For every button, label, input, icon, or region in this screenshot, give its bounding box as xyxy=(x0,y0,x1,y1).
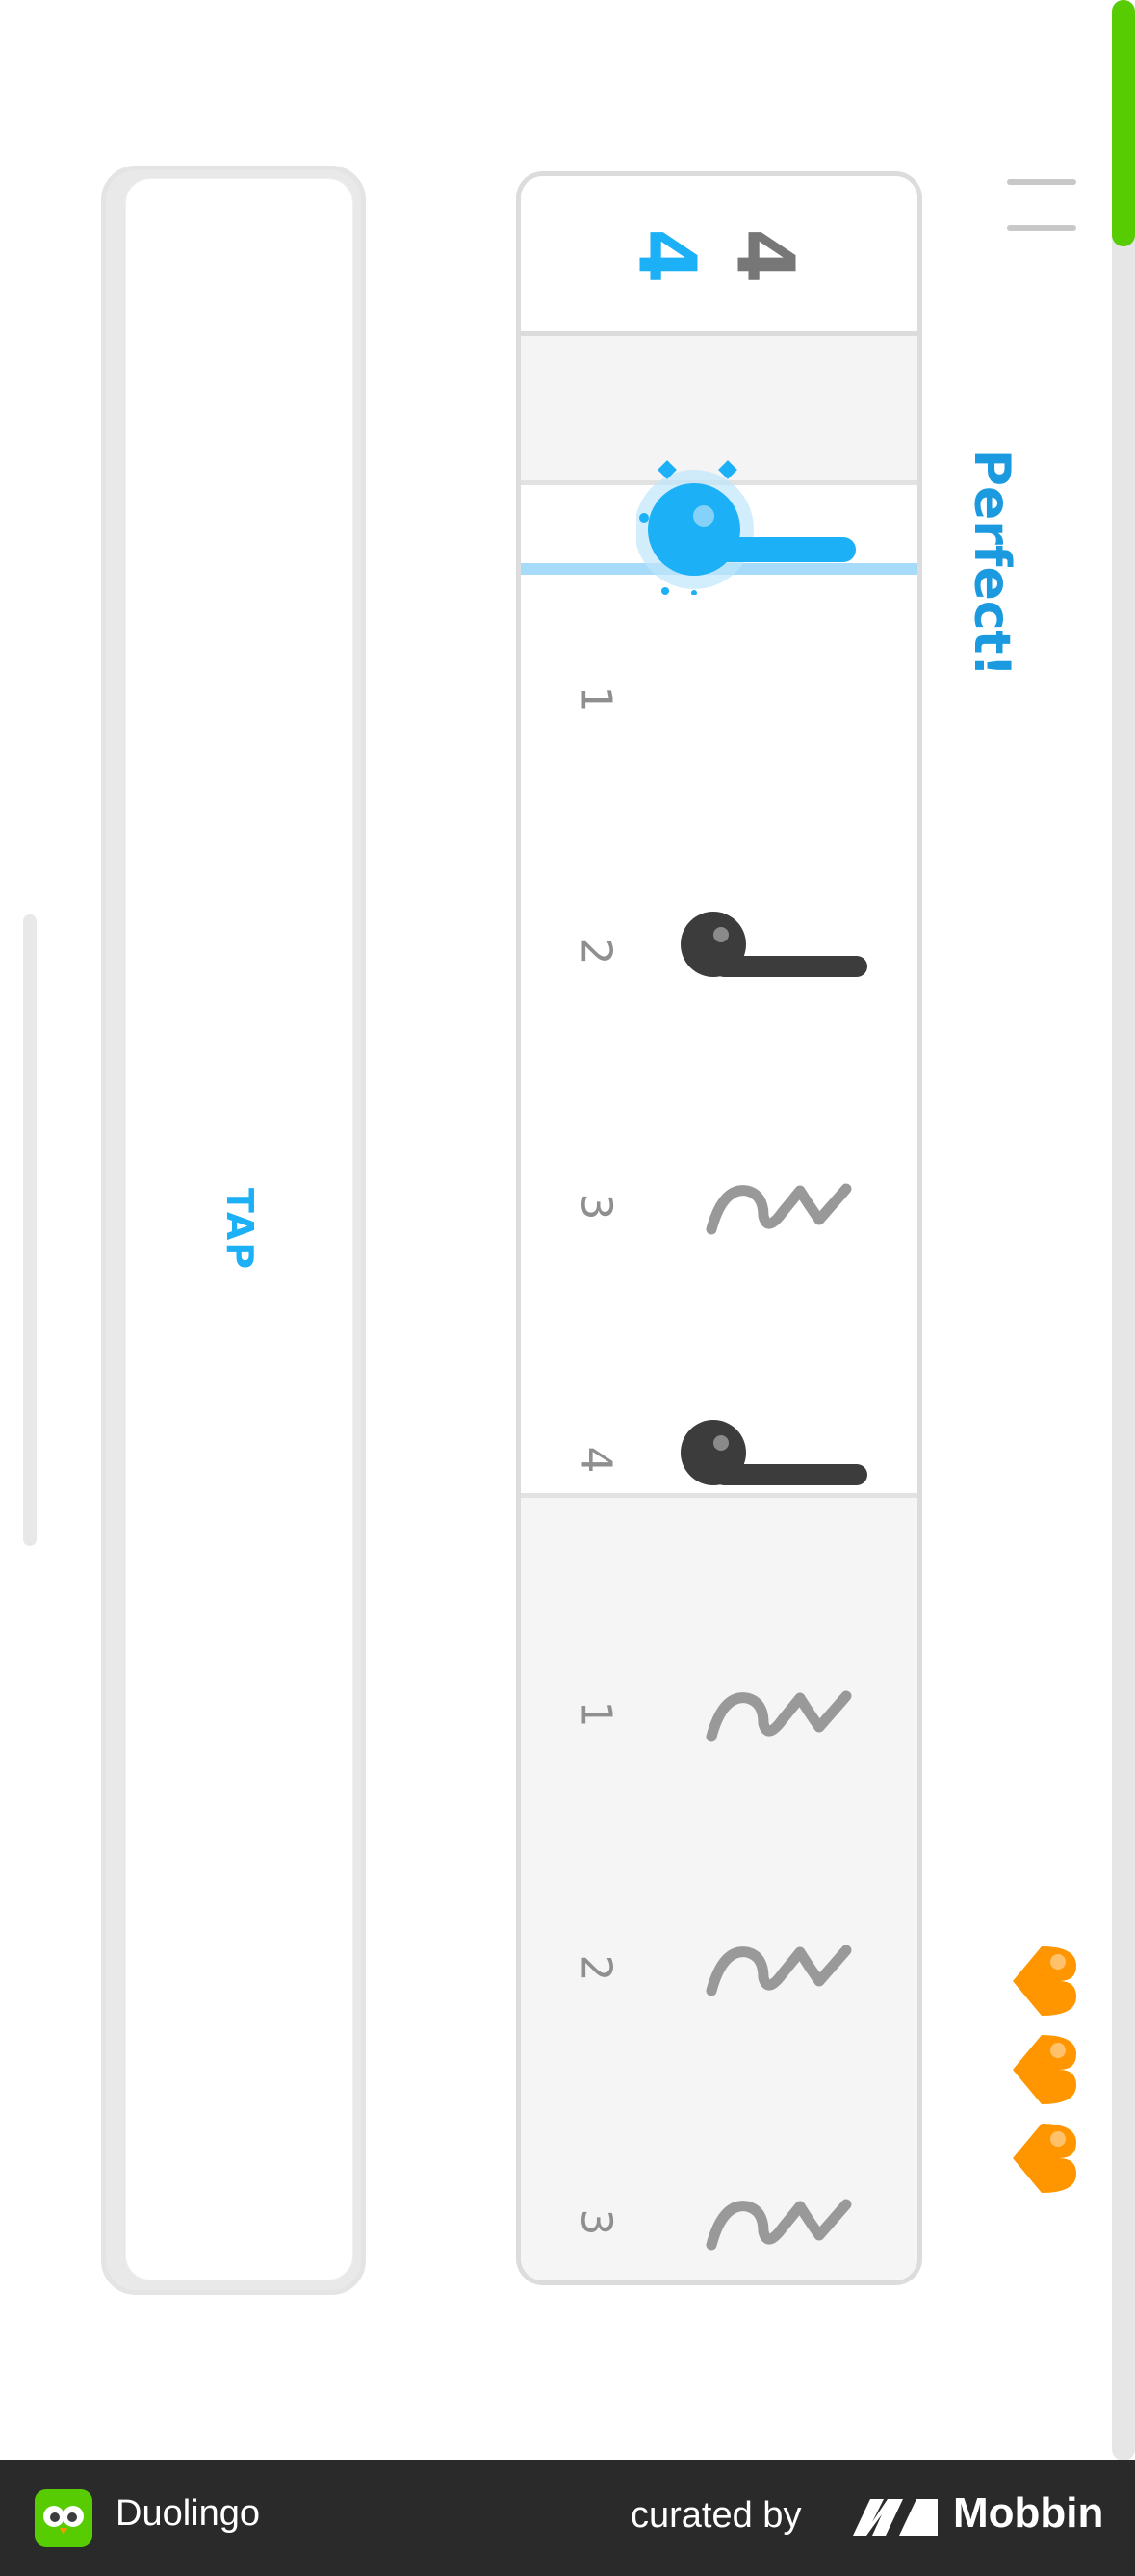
time-signature-top: 4 xyxy=(620,228,712,284)
scroll-indicator xyxy=(23,914,37,1546)
quarter-rest-icon xyxy=(704,2193,858,2260)
mobbin-logo-icon xyxy=(849,2493,942,2543)
time-signature: 4 4 xyxy=(521,176,917,336)
beat-count: 2 xyxy=(571,938,621,966)
quarter-note-icon xyxy=(680,1418,872,1495)
quarter-rest-icon xyxy=(704,1177,858,1245)
tap-pad[interactable]: TAP xyxy=(101,166,366,2295)
feedback-text: Perfect! xyxy=(963,449,1020,678)
next-measure-area xyxy=(521,1493,917,2280)
beat-count: 3 xyxy=(571,1193,621,1221)
footer-bar: Duolingo curated by Mobbin xyxy=(0,2460,1135,2576)
heart-icon xyxy=(1005,1941,1078,2022)
footer-app-name: Duolingo xyxy=(116,2493,260,2534)
beat-count: 3 xyxy=(571,2208,621,2236)
curated-by-text: curated by xyxy=(631,2495,802,2536)
tap-label: TAP xyxy=(218,1187,261,1272)
duolingo-logo-icon xyxy=(35,2489,92,2547)
time-signature-bottom: 4 xyxy=(718,228,811,284)
heart-icon xyxy=(1005,2029,1078,2110)
quarter-note-icon xyxy=(680,910,872,987)
beat-count: 1 xyxy=(571,685,621,713)
heart-icon xyxy=(1005,2118,1078,2199)
beat-count: 1 xyxy=(571,1700,621,1728)
beat-count: 4 xyxy=(571,1446,621,1474)
quarter-rest-icon xyxy=(704,1685,858,1752)
beat-count: 2 xyxy=(571,1954,621,1982)
quarter-note-icon xyxy=(636,460,867,595)
music-staff: 4 4 1 2 3 4 1 2 3 xyxy=(516,171,922,2285)
progress-bar xyxy=(1112,0,1135,2460)
progress-bar-fill xyxy=(1112,0,1135,246)
mobbin-brand: Mobbin xyxy=(953,2489,1104,2537)
tap-pad-surface[interactable]: TAP xyxy=(125,178,353,2280)
quarter-rest-icon xyxy=(704,1939,858,2006)
menu-icon[interactable] xyxy=(1007,179,1076,271)
